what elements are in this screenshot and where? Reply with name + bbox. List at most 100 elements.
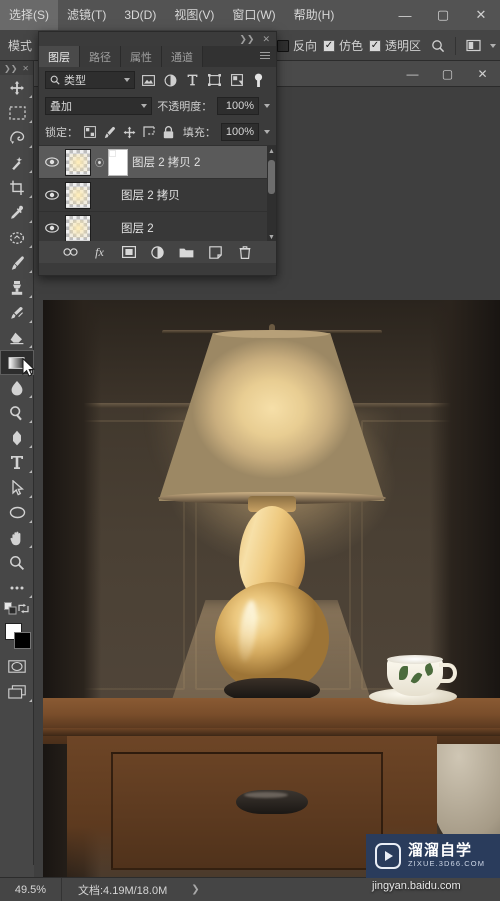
menu-select[interactable]: 选择(S) (0, 0, 58, 30)
layers-panel-close-icon[interactable]: ✕ (262, 34, 270, 45)
blur-tool[interactable] (0, 375, 34, 400)
hand-tool[interactable] (0, 525, 34, 550)
statusbar-expand-icon[interactable]: ❯ (167, 884, 199, 895)
move-tool[interactable] (0, 75, 34, 100)
reverse-checkbox[interactable]: 反向 (276, 37, 317, 54)
transparency-checkbox[interactable]: 透明区 (368, 37, 421, 54)
new-layer-icon[interactable] (208, 244, 224, 260)
options-overflow-caret[interactable] (490, 43, 496, 48)
layer-list-scrollbar[interactable]: ▲ ▼ (267, 146, 276, 241)
background-color-swatch[interactable] (14, 632, 31, 649)
pen-tool[interactable] (0, 425, 34, 450)
menu-help[interactable]: 帮助(H) (285, 0, 344, 30)
patch-tool[interactable] (0, 225, 34, 250)
layer-thumbnail-3[interactable] (65, 214, 91, 241)
menu-view[interactable]: 视图(V) (165, 0, 223, 30)
dodge-tool[interactable] (0, 400, 34, 425)
swap-colors-icon[interactable] (17, 602, 30, 618)
menu-filter[interactable]: 滤镜(T) (58, 0, 115, 30)
eyedropper-tool[interactable] (0, 200, 34, 225)
marquee-tool[interactable] (0, 100, 34, 125)
type-tool[interactable] (0, 450, 34, 475)
scrollbar-thumb[interactable] (268, 160, 275, 194)
default-colors-icon[interactable] (4, 602, 17, 618)
layer-name-2[interactable]: 图层 2 拷贝 (121, 187, 180, 203)
dither-checkbox-box[interactable] (322, 39, 335, 52)
filter-shape-icon[interactable] (206, 72, 223, 89)
document-close-button[interactable]: ✕ (465, 61, 500, 86)
ellipse-tool[interactable] (0, 500, 34, 525)
close-button[interactable]: ✕ (462, 0, 500, 30)
screen-mode-icon[interactable] (0, 679, 34, 704)
lasso-tool[interactable] (0, 125, 34, 150)
fill-input[interactable]: 100% (220, 123, 260, 141)
tools-collapse-icon[interactable]: ❯❯ (4, 64, 17, 73)
layer-mask-link-icon-1[interactable]: ⦿ (95, 156, 104, 169)
maximize-button[interactable]: ▢ (424, 0, 462, 30)
lock-transparent-pixels-icon[interactable] (83, 124, 98, 141)
tab-paths[interactable]: 路径 (80, 46, 121, 67)
tab-properties[interactable]: 属性 (121, 46, 162, 67)
layers-panel-collapse-icon[interactable]: ❯❯ (239, 34, 254, 45)
lock-artboard-nesting-icon[interactable] (142, 124, 157, 141)
blend-mode-select[interactable]: 叠加 (45, 97, 153, 115)
lock-position-icon[interactable] (122, 124, 137, 141)
crop-tool[interactable] (0, 175, 34, 200)
layer-filter-kind-select[interactable]: 类型 (45, 71, 135, 89)
transparency-checkbox-box[interactable] (368, 39, 381, 52)
new-adjustment-layer-icon[interactable] (150, 244, 166, 260)
tools-close-icon[interactable]: ✕ (22, 64, 29, 73)
document-minimize-button[interactable]: — (395, 61, 430, 86)
layer-thumbnail-2[interactable] (65, 181, 91, 209)
document-maximize-button[interactable]: ▢ (430, 61, 465, 86)
lock-all-icon[interactable] (161, 124, 176, 141)
scroll-up-icon[interactable]: ▲ (268, 147, 275, 155)
brush-tool[interactable] (0, 250, 34, 275)
menu-3d[interactable]: 3D(D) (115, 0, 165, 30)
edit-toolbar-tool[interactable] (0, 575, 34, 600)
minimize-button[interactable]: — (386, 0, 424, 30)
path-selection-tool[interactable] (0, 475, 34, 500)
fill-chevron-down-icon[interactable] (264, 130, 271, 134)
panel-menu-icon[interactable] (260, 52, 270, 61)
mask-preview-icon[interactable] (462, 35, 484, 57)
layer-thumbnail-1[interactable] (65, 148, 91, 176)
layer-visibility-icon-2[interactable] (43, 190, 61, 200)
chevron-down-icon[interactable] (124, 78, 130, 82)
layer-style-fx-icon[interactable]: fx (92, 244, 108, 260)
eraser-tool[interactable] (0, 325, 34, 350)
opacity-chevron-down-icon[interactable] (264, 104, 270, 108)
add-layer-mask-icon[interactable] (121, 244, 137, 260)
layer-visibility-icon-1[interactable] (43, 157, 61, 167)
filter-type-icon[interactable] (184, 72, 201, 89)
delete-layer-icon[interactable] (237, 244, 253, 260)
layer-name-1[interactable]: 图层 2 拷贝 2 (132, 154, 200, 170)
layer-mask-thumbnail-1[interactable] (108, 148, 128, 176)
quick-mask-icon[interactable] (0, 654, 34, 679)
layer-row-2[interactable]: 图层 2 拷贝 (39, 179, 276, 212)
filter-adjustment-icon[interactable] (162, 72, 179, 89)
menu-window[interactable]: 窗口(W) (223, 0, 284, 30)
new-group-icon[interactable] (179, 244, 195, 260)
layer-row-1[interactable]: ⦿ 图层 2 拷贝 2 (39, 146, 276, 179)
search-icon[interactable] (427, 35, 449, 57)
tab-channels[interactable]: 通道 (162, 46, 203, 67)
tab-layers[interactable]: 图层 (39, 46, 80, 67)
lock-image-pixels-icon[interactable] (103, 124, 118, 141)
layer-row-3[interactable]: 图层 2 (39, 212, 276, 241)
layer-list[interactable]: ⦿ 图层 2 拷贝 2 图层 2 拷贝 图层 2 ▲ ▼ (39, 145, 276, 241)
filter-pixel-icon[interactable] (140, 72, 157, 89)
opacity-input[interactable]: 100% (217, 97, 259, 115)
link-layers-icon[interactable] (63, 244, 79, 260)
dither-checkbox[interactable]: 仿色 (322, 37, 363, 54)
reverse-checkbox-box[interactable] (276, 39, 289, 52)
artwork-image[interactable] (43, 300, 500, 900)
clone-stamp-tool[interactable] (0, 275, 34, 300)
quick-selection-tool[interactable] (0, 150, 34, 175)
zoom-level[interactable]: 49.5% (0, 877, 62, 901)
layer-visibility-icon-3[interactable] (43, 223, 61, 233)
zoom-tool[interactable] (0, 550, 34, 575)
history-brush-tool[interactable] (0, 300, 34, 325)
layer-name-3[interactable]: 图层 2 (121, 220, 154, 236)
filter-smart-object-icon[interactable] (228, 72, 245, 89)
